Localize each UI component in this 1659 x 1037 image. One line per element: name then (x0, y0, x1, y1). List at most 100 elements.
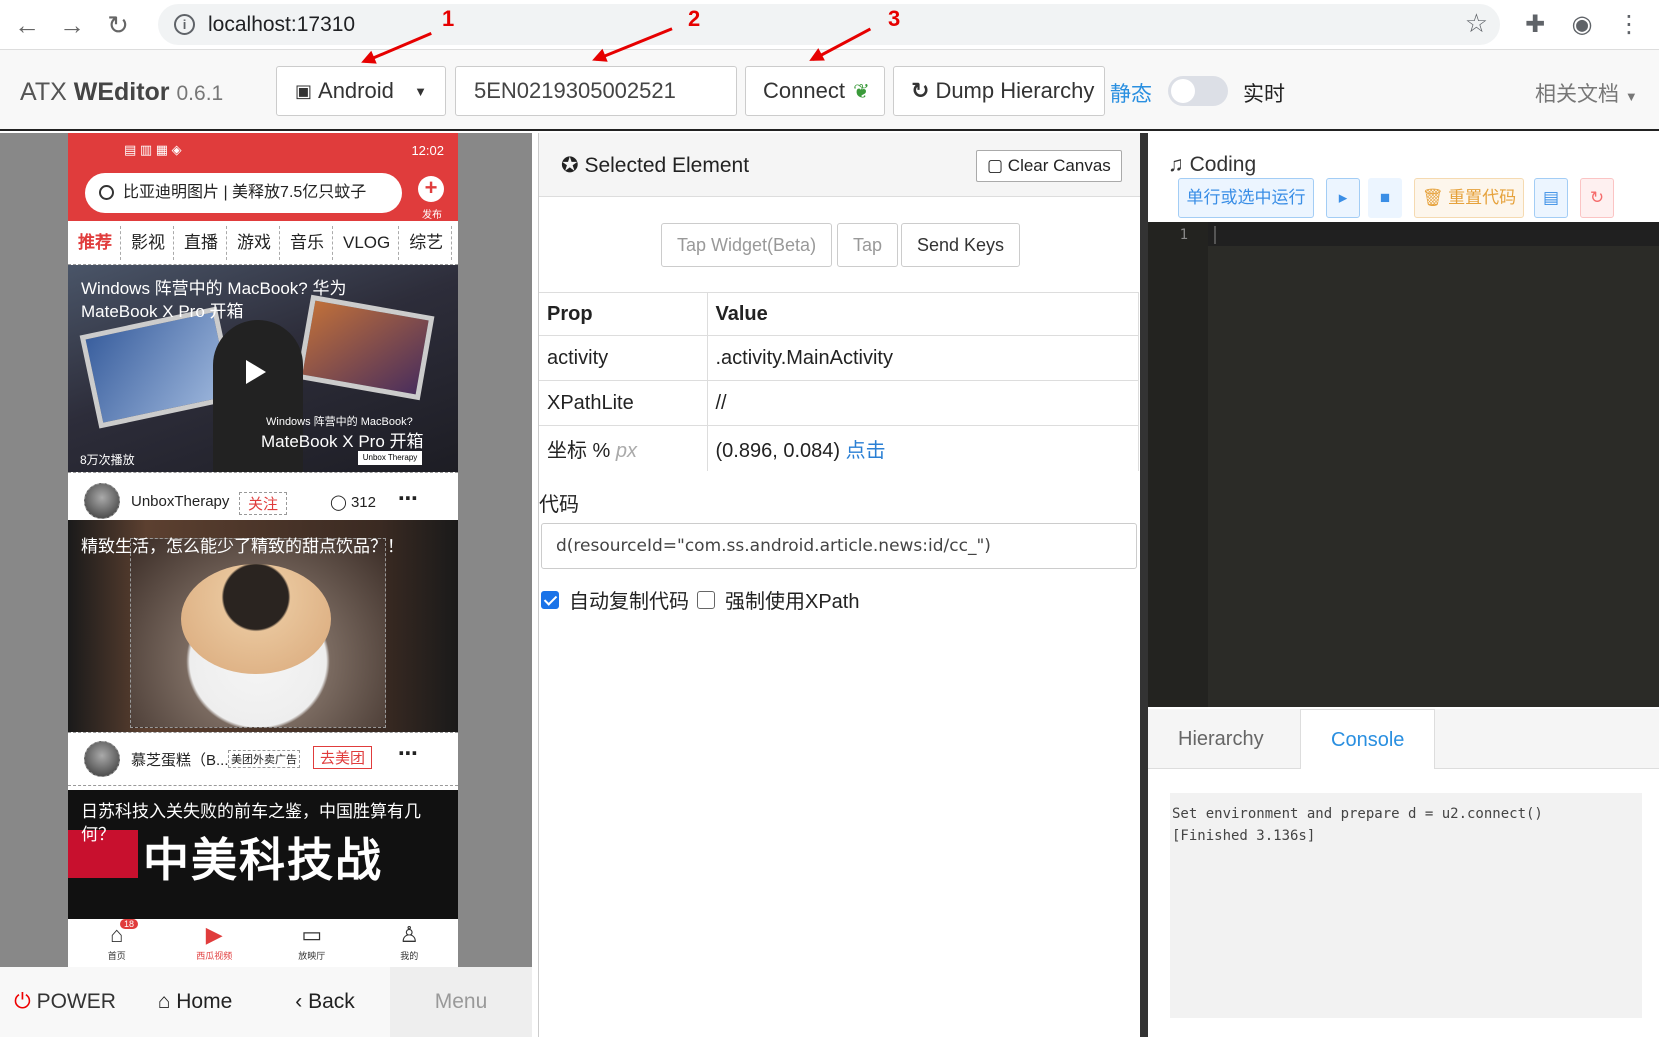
bottom-nav-video[interactable]: ▶ 西瓜视频 (166, 919, 264, 967)
device-screen-panel: ▤ ▥ ▦ ◈ 12:02 比亚迪明图片 | 美释放7.5亿只蚊子 + 发布 推… (0, 133, 532, 1037)
signal-icons: ▤ ▥ ▦ ◈ (124, 142, 182, 157)
avatar[interactable] (84, 483, 120, 519)
channel-tab[interactable]: 音乐 (280, 225, 333, 260)
dump-hierarchy-button[interactable]: ↻ Dump Hierarchy (893, 66, 1105, 116)
tap-widget-button[interactable]: Tap Widget(Beta) (661, 223, 833, 267)
menu-button[interactable]: Menu (390, 967, 532, 1037)
bottom-nav-me[interactable]: ♙ 我的 (361, 919, 459, 967)
auto-copy-checkbox[interactable] (541, 590, 559, 609)
video-overlay-title: MateBook X Pro 开箱 (261, 432, 424, 451)
phone-channel-tabs: 推荐 影视 直播 游戏 音乐 VLOG 综艺 (68, 221, 458, 265)
back-button[interactable]: ‹ Back (260, 967, 390, 1037)
bottom-nav-theater[interactable]: ▭ 放映厅 (263, 919, 361, 967)
cta-button[interactable]: 去美团 (313, 746, 373, 769)
profile-icon[interactable]: ◉ (1567, 10, 1597, 40)
bottom-nav-home[interactable]: ⌂ 18 首页 (68, 919, 166, 967)
phone-search-bar[interactable]: 比亚迪明图片 | 美释放7.5亿只蚊子 (85, 173, 402, 213)
advertiser-name[interactable]: 慕芝蛋糕（B... (131, 749, 229, 770)
prop-value: // (707, 380, 1139, 426)
bottom-tabs: Hierarchy Console (1148, 709, 1659, 769)
coord-click-link[interactable]: 点击 (846, 440, 886, 462)
video-card-tech[interactable]: 中美科技战 日苏科技入关失败的前车之鉴，中国胜算有几何？ (68, 790, 458, 919)
stop-icon[interactable]: ■ (1368, 178, 1402, 218)
channel-tab[interactable]: VLOG (333, 225, 400, 260)
home-label: Home (176, 990, 233, 1013)
coord-px-toggle[interactable]: px (616, 440, 637, 462)
connect-label: Connect (763, 78, 845, 103)
brand-name: WEditor (73, 78, 170, 106)
dessert-image (130, 538, 386, 728)
reload-icon[interactable]: ↻ (103, 10, 133, 40)
force-xpath-checkbox[interactable] (697, 590, 715, 609)
power-button[interactable]: ⏻ POWER (0, 967, 130, 1037)
channel-tab[interactable]: 游戏 (227, 225, 280, 260)
send-keys-button[interactable]: Send Keys (901, 223, 1021, 267)
clear-canvas-label: Clear Canvas (1007, 156, 1111, 175)
home-icon: ⌂ (110, 922, 124, 947)
extensions-icon[interactable]: ✚ (1520, 10, 1550, 40)
video-title: 日苏科技入关失败的前车之鉴，中国胜算有几何？ (81, 802, 421, 844)
post-plus-icon[interactable]: + (418, 176, 444, 202)
live-mode-toggle[interactable] (1168, 76, 1228, 106)
code-options: 自动复制代码 强制使用XPath (539, 585, 859, 614)
run-selected-button[interactable]: 单行或选中运行 (1178, 178, 1314, 218)
menu-label: Menu (434, 990, 488, 1013)
platform-select[interactable]: ▣ Android ▼ (276, 66, 446, 116)
inspector-panel: ✪ Selected Element ▢ Clear Canvas Tap Wi… (538, 133, 1141, 1037)
bottom-nav-label: 首页 (107, 951, 126, 961)
code-editor[interactable]: 1 (1148, 222, 1659, 707)
value-header: Value (707, 292, 1139, 336)
dump-hierarchy-label: Dump Hierarchy (935, 78, 1095, 103)
view-count: 8万次播放 (80, 453, 135, 467)
line-number: 1 (1148, 222, 1208, 707)
connect-button[interactable]: Connect ❦ (745, 66, 885, 116)
home-button[interactable]: ⌂ Home (130, 967, 260, 1037)
tab-console[interactable]: Console (1300, 709, 1436, 769)
tap-button[interactable]: Tap (837, 223, 899, 267)
play-icon[interactable] (246, 360, 266, 384)
forward-arrow-icon[interactable]: → (57, 10, 87, 40)
run-play-icon[interactable]: ▸ (1326, 178, 1360, 218)
browser-menu-icon[interactable]: ⋮ (1614, 10, 1644, 40)
panel-divider[interactable] (1140, 133, 1148, 1037)
clear-canvas-button[interactable]: ▢ Clear Canvas (976, 150, 1122, 182)
cake-image (181, 564, 331, 674)
user-icon: ♙ (399, 922, 420, 947)
more-options-icon[interactable]: ⋯ (398, 486, 418, 511)
tab-hierarchy[interactable]: Hierarchy (1148, 709, 1294, 769)
author-name[interactable]: UnboxTherapy (131, 493, 229, 510)
bookmark-star-icon[interactable]: ☆ (1465, 8, 1488, 39)
mode-static-label[interactable]: 静态 (1110, 78, 1152, 108)
bottom-nav-label: 我的 (400, 951, 419, 961)
android-icon: ▣ (295, 80, 313, 101)
channel-tab[interactable]: 推荐 (68, 225, 121, 260)
channel-tab[interactable]: 综艺 (399, 225, 453, 260)
code-label: 代码 (539, 494, 579, 516)
ad-card-dessert[interactable]: 精致生活，怎么能少了精致的甜点饮品？！ (68, 520, 458, 732)
prop-header: Prop (539, 292, 708, 336)
url-text: localhost:17310 (208, 13, 356, 36)
follow-button[interactable]: 关注 (239, 492, 288, 515)
docs-dropdown[interactable]: 相关文档 ▼ (1535, 78, 1638, 108)
docs-label: 相关文档 (1535, 83, 1619, 106)
avatar[interactable] (84, 741, 120, 777)
code-input[interactable]: d(resourceId="com.ss.android.article.new… (541, 523, 1137, 569)
video-card-macbook[interactable]: Windows 阵营中的 MacBook? 华为 MateBook X Pro … (68, 265, 458, 472)
copy-icon[interactable]: ▤ (1534, 178, 1568, 218)
ad-meta-row: 慕芝蛋糕（B... 美团外卖广告 去美团 ⋯ (68, 732, 458, 786)
more-options-icon[interactable]: ⋯ (398, 741, 418, 766)
channel-tab[interactable]: 影视 (121, 225, 174, 260)
address-bar[interactable]: i localhost:17310 ☆ (158, 4, 1500, 45)
prop-name: XPathLite (539, 380, 708, 426)
reset-code-button[interactable]: 🗑 重置代码 (1414, 178, 1524, 218)
comment-count[interactable]: ◯ 312 (330, 493, 376, 511)
annotation-3: 3 (888, 6, 901, 31)
phone-screenshot[interactable]: ▤ ▥ ▦ ◈ 12:02 比亚迪明图片 | 美释放7.5亿只蚊子 + 发布 推… (68, 133, 458, 967)
coding-title-text: Coding (1189, 153, 1257, 176)
serial-input[interactable]: 5EN0219305002521 (455, 66, 737, 116)
back-arrow-icon[interactable]: ← (12, 10, 42, 40)
site-info-icon[interactable]: i (174, 14, 195, 35)
docs-caret-icon: ▼ (1624, 89, 1638, 104)
reload-code-icon[interactable]: ↻ (1580, 178, 1614, 218)
channel-tab[interactable]: 直播 (174, 225, 227, 260)
